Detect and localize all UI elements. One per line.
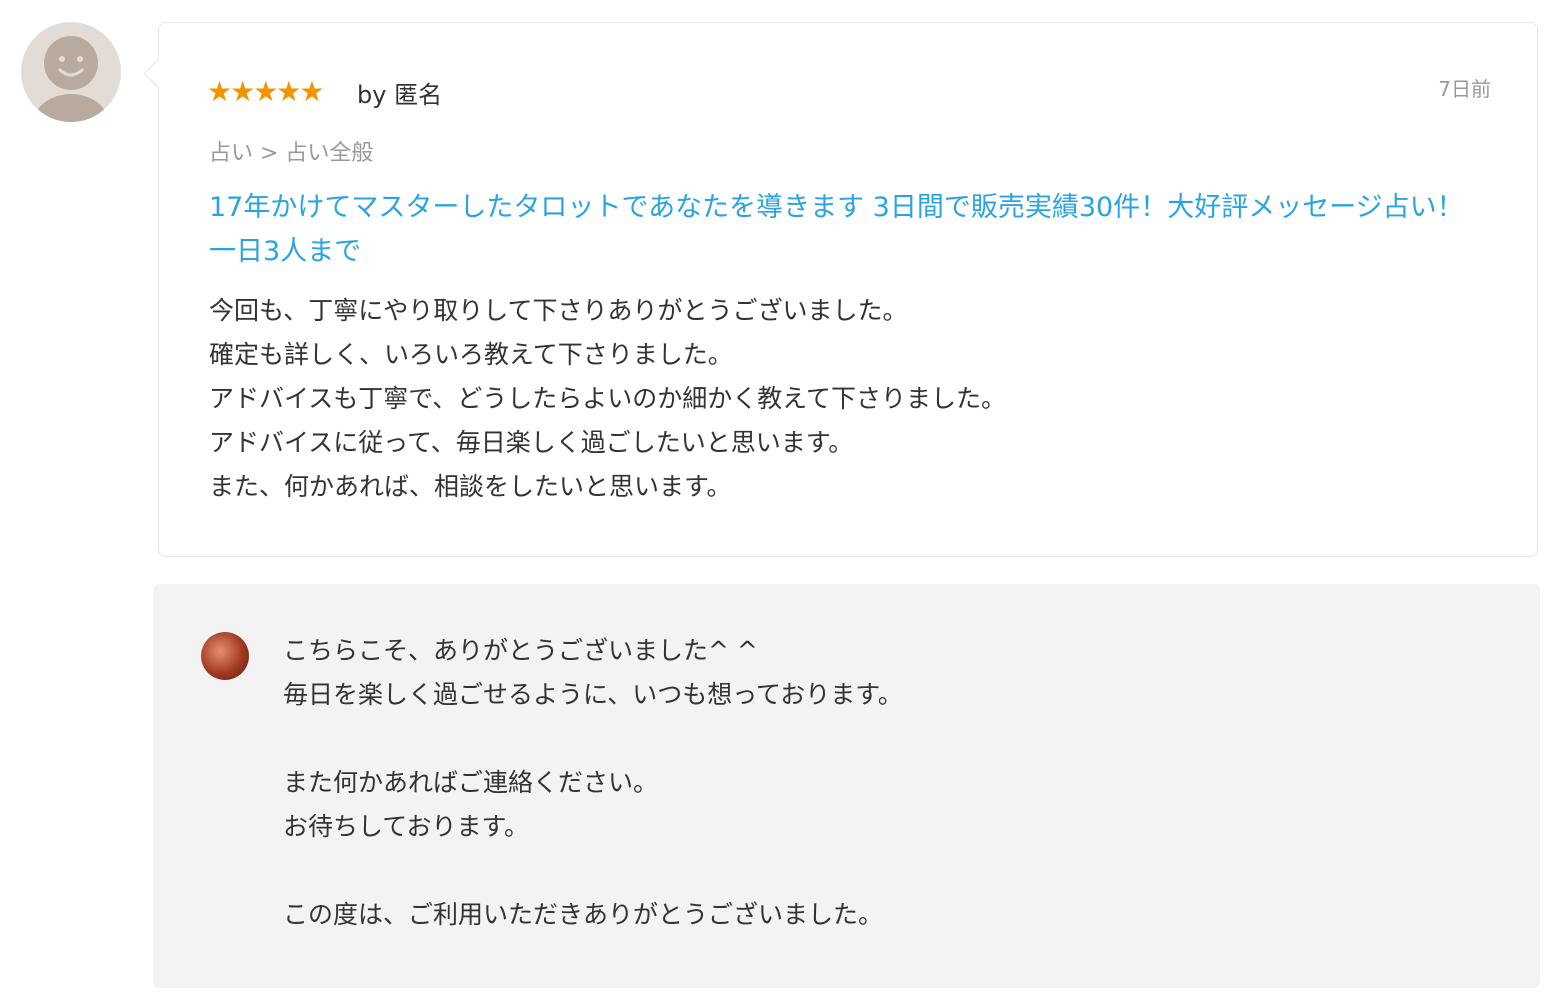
- review-page: ★★★★★ by 匿名 7日前 占い > 占い全般 17年かけてマスターしたタロ…: [0, 0, 1558, 1008]
- reviewer-avatar[interactable]: [21, 22, 121, 122]
- rating-stars: ★★★★★: [207, 75, 325, 108]
- review-author: by 匿名: [357, 75, 442, 110]
- service-title-link[interactable]: 17年かけてマスターしたタロットであなたを導きます 3日間で販売実績30件！大好…: [209, 186, 1479, 274]
- review-card: ★★★★★ by 匿名 7日前 占い > 占い全般 17年かけてマスターしたタロ…: [158, 22, 1538, 557]
- review-body: 今回も、丁寧にやり取りして下さりありがとうございました。 確定も詳しく、いろいろ…: [209, 296, 1007, 501]
- author-name: 匿名: [394, 81, 443, 109]
- seller-reply: こちらこそ、ありがとうございました^ ^ 毎日を楽しく過ごせるように、いつも想っ…: [153, 584, 1540, 988]
- default-user-icon: [33, 36, 109, 122]
- reply-body: こちらこそ、ありがとうございました^ ^ 毎日を楽しく過ごせるように、いつも想っ…: [283, 636, 903, 929]
- category-breadcrumb[interactable]: 占い > 占い全般: [209, 135, 373, 167]
- author-prefix: by: [357, 81, 387, 109]
- seller-avatar[interactable]: [201, 632, 249, 680]
- review-date: 7日前: [1438, 77, 1491, 101]
